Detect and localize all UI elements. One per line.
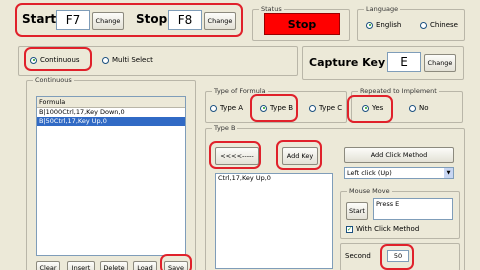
repeat-yes-radio[interactable]: Yes: [362, 104, 383, 112]
capture-key-group: Capture Key E Change: [302, 46, 464, 80]
insert-button[interactable]: Insert: [67, 261, 95, 270]
continuous-group: Continuous Formula B|1000Ctrl,17,Key Dow…: [26, 76, 196, 270]
add-key-button[interactable]: Add Key: [282, 147, 318, 165]
start-key-box: F7: [56, 10, 90, 30]
formula-list-header: Formula: [37, 97, 185, 108]
type-c-label: Type C: [319, 104, 343, 112]
repeat-yes-label: Yes: [372, 104, 384, 112]
stop-change-button[interactable]: Change: [204, 12, 236, 30]
radio-icon: [409, 104, 416, 112]
type-a-label: Type A: [220, 104, 244, 112]
save-button[interactable]: Save: [164, 261, 188, 270]
click-method-value: Left click (Up): [347, 169, 392, 177]
mouse-text-field[interactable]: Press E: [373, 198, 453, 220]
capture-key-label: Capture Key: [309, 56, 386, 69]
repeat-no-label: No: [419, 104, 429, 112]
second-value: 50: [393, 252, 403, 260]
clear-button[interactable]: Clear: [36, 261, 60, 270]
radio-icon: [102, 56, 109, 64]
app-window: Start F7 Change Stop F8 Change Status St…: [0, 0, 480, 270]
radio-selected-icon: [30, 56, 37, 64]
key-list-item[interactable]: Ctrl,17,Key Up,0: [216, 174, 332, 183]
second-label: Second: [345, 252, 371, 260]
mode-multiselect-radio[interactable]: Multi Select: [102, 56, 153, 64]
type-b-group-label: Type B: [212, 124, 238, 133]
formula-type-group: Type of Formula Type A Type B Type C: [205, 87, 347, 123]
mouse-text-value: Press E: [376, 200, 400, 208]
radio-icon: [309, 104, 316, 112]
radio-selected-icon: [260, 104, 267, 112]
start-change-button[interactable]: Change: [92, 12, 124, 30]
mouse-start-button[interactable]: Start: [346, 202, 368, 220]
capture-key-box: E: [387, 52, 421, 72]
radio-icon: [210, 104, 217, 112]
second-group: Second 50: [340, 243, 460, 270]
stop-label: Stop: [136, 12, 168, 26]
radio-selected-icon: [362, 104, 369, 112]
click-method-select[interactable]: Left click (Up) ▼: [344, 167, 454, 179]
mode-continuous-radio[interactable]: Continuous: [30, 56, 80, 64]
start-label: Start: [22, 12, 57, 26]
add-click-method-button[interactable]: Add Click Method: [344, 147, 454, 163]
type-a-radio[interactable]: Type A: [210, 104, 243, 112]
repeat-group-label: Repeated to Implement: [358, 87, 439, 96]
radio-icon: [420, 21, 427, 29]
key-listbox[interactable]: Ctrl,17,Key Up,0: [215, 173, 333, 269]
radio-selected-icon: [366, 21, 373, 29]
formula-list-item-selected[interactable]: B|50Ctrl,17,Key Up,0: [37, 117, 185, 126]
continuous-group-label: Continuous: [33, 76, 74, 85]
stop-key-value: F8: [177, 13, 193, 27]
language-english-label: English: [376, 21, 402, 29]
second-input[interactable]: 50: [387, 250, 409, 262]
status-text: Stop: [287, 17, 317, 31]
mode-multiselect-label: Multi Select: [112, 56, 153, 64]
arrow-left-button[interactable]: <<<<-----: [215, 147, 259, 165]
language-chinese-radio[interactable]: Chinese: [420, 21, 458, 29]
repeat-no-radio[interactable]: No: [409, 104, 429, 112]
repeat-group: Repeated to Implement Yes No: [351, 87, 463, 123]
capture-change-button[interactable]: Change: [424, 54, 456, 72]
type-b-radio[interactable]: Type B: [260, 104, 293, 112]
formula-list-item[interactable]: B|1000Ctrl,17,Key Down,0: [37, 108, 185, 117]
mouse-move-group: Mouse Move Start Press E ✓ With Click Met…: [340, 187, 460, 239]
language-group-label: Language: [364, 5, 401, 14]
start-key-value: F7: [65, 13, 81, 27]
with-click-checkbox[interactable]: ✓ With Click Method: [346, 225, 419, 233]
capture-key-value: E: [400, 55, 408, 69]
chevron-down-icon: ▼: [444, 168, 453, 178]
formula-listbox[interactable]: Formula B|1000Ctrl,17,Key Down,0 B|50Ctr…: [36, 96, 186, 256]
with-click-label: With Click Method: [356, 225, 420, 233]
load-button[interactable]: Load: [133, 261, 157, 270]
type-b-label: Type B: [270, 104, 294, 112]
mode-continuous-label: Continuous: [40, 56, 80, 64]
status-indicator: Stop: [264, 13, 340, 35]
stop-key-box: F8: [168, 10, 202, 30]
checkmark-icon: ✓: [346, 225, 353, 233]
formula-type-group-label: Type of Formula: [212, 87, 268, 96]
status-group: Status Stop: [252, 5, 350, 41]
type-c-radio[interactable]: Type C: [309, 104, 342, 112]
language-group: Language English Chinese: [357, 5, 465, 41]
language-english-radio[interactable]: English: [366, 21, 401, 29]
language-chinese-label: Chinese: [430, 21, 458, 29]
mouse-move-group-label: Mouse Move: [347, 187, 392, 196]
delete-button[interactable]: Delete: [100, 261, 128, 270]
